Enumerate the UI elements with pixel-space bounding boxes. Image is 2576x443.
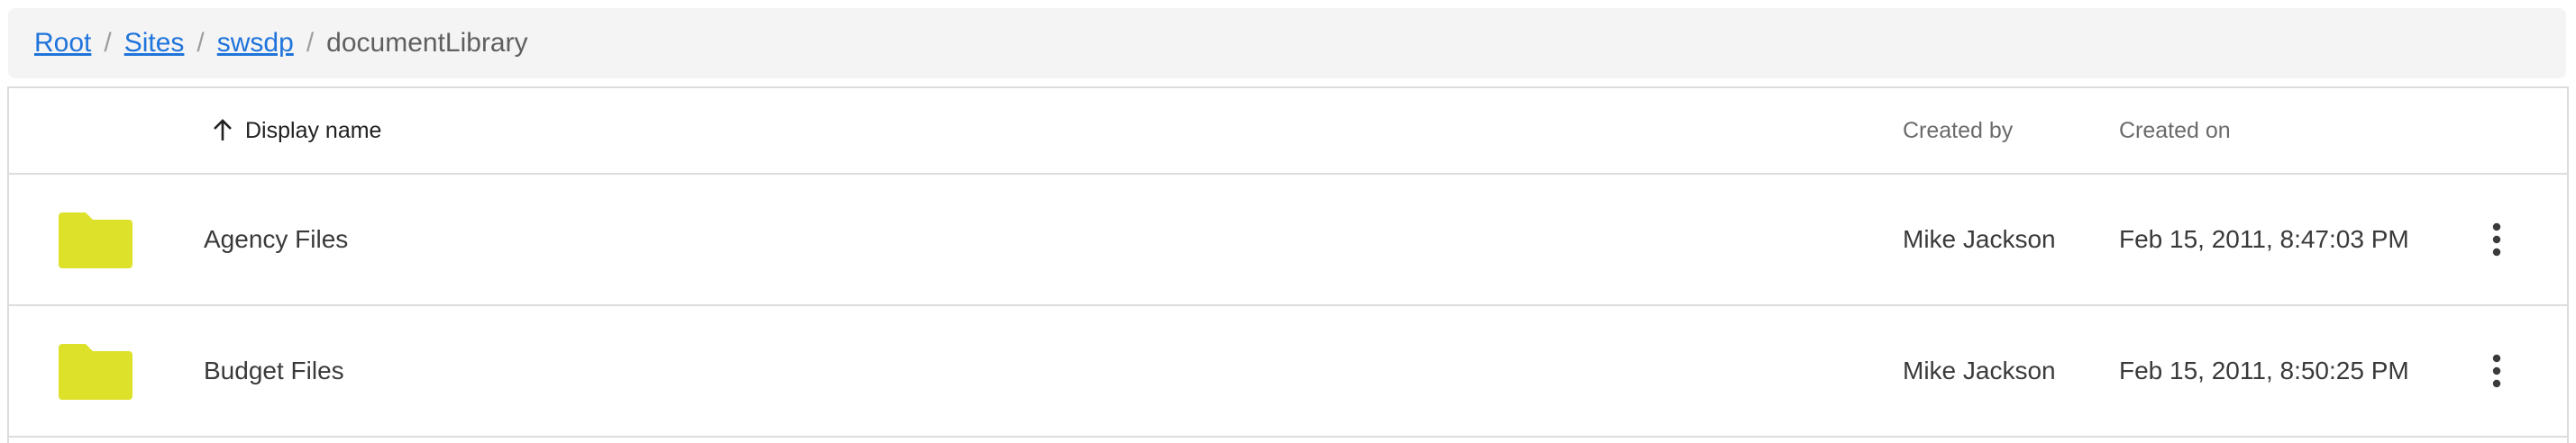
- row-name-text: Agency Files: [204, 225, 349, 253]
- table-row[interactable]: Agency Files Mike Jackson Feb 15, 2011, …: [9, 175, 2567, 306]
- row-created-by: Mike Jackson: [1903, 175, 2056, 304]
- column-header-created-by[interactable]: Created by: [1903, 88, 2013, 173]
- table-row[interactable]: Budget Files Mike Jackson Feb 15, 2011, …: [9, 306, 2567, 438]
- row-created-by-text: Mike Jackson: [1903, 357, 2056, 384]
- column-header-display-name[interactable]: Display name: [204, 88, 381, 173]
- row-name-text: Budget Files: [204, 357, 344, 384]
- column-header-label: Display name: [245, 117, 382, 143]
- row-created-by: Mike Jackson: [1903, 306, 2056, 436]
- document-list-table: Display name Created by Created on Agenc…: [7, 86, 2569, 443]
- breadcrumb-separator: /: [196, 28, 205, 58]
- breadcrumb: Root / Sites / swsdp / documentLibrary: [8, 8, 2566, 78]
- breadcrumb-link-root[interactable]: Root: [34, 28, 91, 59]
- table-header-row: Display name Created by Created on: [9, 88, 2567, 175]
- row-display-name[interactable]: Agency Files: [204, 175, 348, 304]
- breadcrumb-separator: /: [306, 28, 315, 58]
- column-header-created-on[interactable]: Created on: [2119, 88, 2231, 173]
- more-vertical-icon[interactable]: [2479, 306, 2515, 436]
- row-created-by-text: Mike Jackson: [1903, 225, 2056, 253]
- breadcrumb-link-sites[interactable]: Sites: [124, 28, 185, 59]
- folder-icon: [59, 306, 132, 436]
- more-vertical-icon[interactable]: [2479, 175, 2515, 304]
- arrow-up-icon: [214, 119, 232, 140]
- row-created-on: Feb 15, 2011, 8:47:03 PM: [2119, 175, 2409, 304]
- folder-icon: [59, 175, 132, 304]
- column-header-label: Created on: [2119, 117, 2231, 143]
- column-header-label: Created by: [1903, 117, 2014, 143]
- row-created-on-text: Feb 15, 2011, 8:50:25 PM: [2119, 357, 2409, 384]
- breadcrumb-link-swsdp[interactable]: swsdp: [217, 28, 294, 59]
- row-display-name[interactable]: Budget Files: [204, 306, 344, 436]
- breadcrumb-current: documentLibrary: [326, 28, 528, 58]
- breadcrumb-separator: /: [104, 28, 112, 58]
- row-created-on-text: Feb 15, 2011, 8:47:03 PM: [2119, 225, 2409, 253]
- row-created-on: Feb 15, 2011, 8:50:25 PM: [2119, 306, 2409, 436]
